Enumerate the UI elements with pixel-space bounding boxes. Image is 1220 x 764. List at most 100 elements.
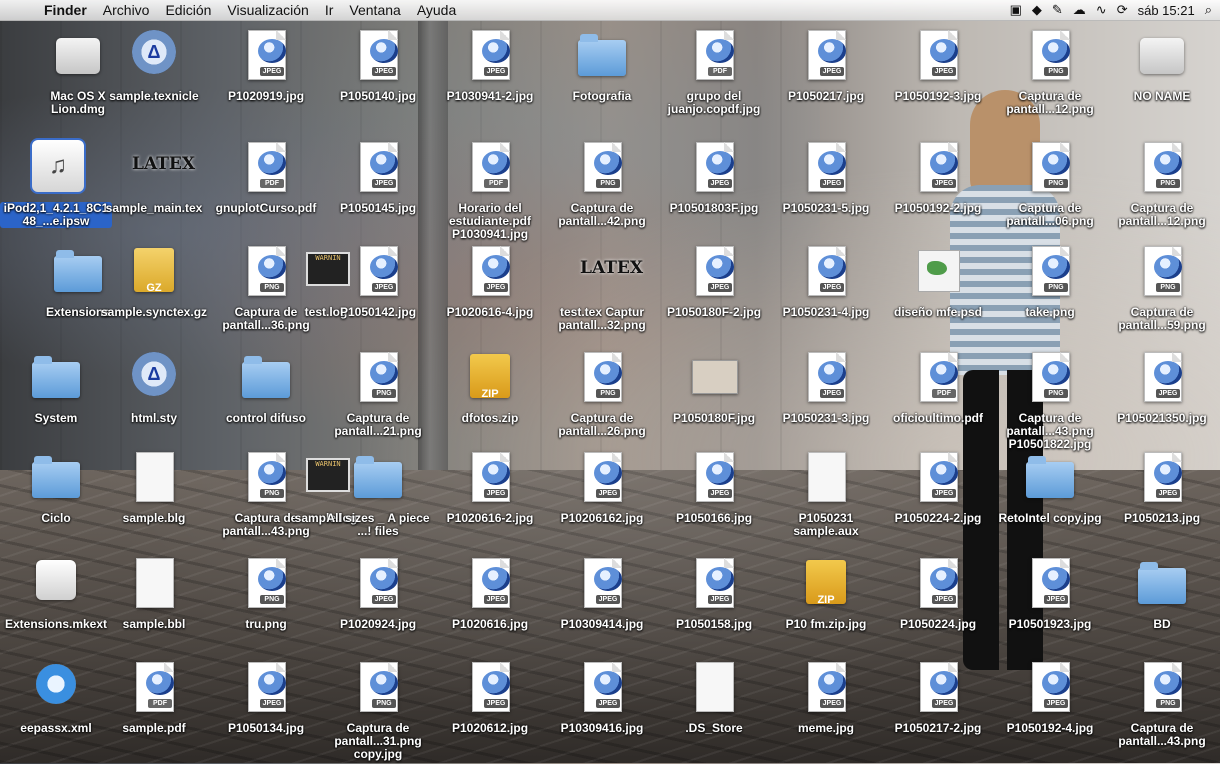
desktop-item[interactable]: JPEG P1020616-2.jpg	[434, 450, 546, 554]
folder-icon	[32, 350, 80, 406]
desktop-item[interactable]: sample.blg	[98, 450, 210, 554]
desktop-item[interactable]: PNG Captura de pantall...12.png	[994, 28, 1106, 132]
desktop-item[interactable]: PDF grupo del juanjo.copdf.jpg	[658, 28, 770, 132]
desktop-item[interactable]: ♫ iPod2,1_4.2.1_8C148_...e.ipsw	[0, 138, 112, 244]
network-icon[interactable]: ∿	[1096, 2, 1107, 18]
menu-ayuda[interactable]: Ayuda	[409, 2, 464, 18]
desktop-item[interactable]: JPEG P1050180F-2.jpg	[658, 244, 770, 348]
desktop-item[interactable]: JPEG P1050217.jpg	[770, 28, 882, 132]
desktop-item[interactable]: JPEG P1050224-2.jpg	[882, 450, 994, 554]
desktop-item[interactable]: JPEG P1050217-2.jpg	[882, 660, 994, 764]
desktop-item[interactable]: JPEG P1050140.jpg	[322, 28, 434, 132]
desktop-item[interactable]: RetoIntel copy.jpg	[994, 450, 1106, 554]
desktop-item[interactable]: JPEG P10501923.jpg	[994, 556, 1106, 660]
jpeg-image-icon: JPEG	[802, 350, 850, 406]
desktop-item[interactable]: Δsample.texnicle	[98, 28, 210, 132]
desktop-item[interactable]: JPEG P1030941-2.jpg	[434, 28, 546, 132]
desktop-item[interactable]: PNG tru.png	[210, 556, 322, 660]
desktop-item[interactable]: eepassx.xml	[0, 660, 112, 764]
desktop-item[interactable]: JPEG P10501803F.jpg	[658, 140, 770, 244]
sync-icon[interactable]: ⟳	[1117, 2, 1128, 18]
desktop-item[interactable]: JPEG P105021350.jpg	[1106, 350, 1218, 454]
jpeg-image-icon: JPEG	[914, 140, 962, 196]
desktop-item[interactable]: JPEG P1050231-5.jpg	[770, 140, 882, 244]
desktop-item[interactable]: LATEX sample_main.tex	[98, 140, 210, 244]
desktop-item[interactable]: PNG Captura de pantall...31.png copy.jpg	[322, 660, 434, 764]
desktop-item[interactable]: GZ sample.synctex.gz	[98, 244, 210, 348]
menu-ventana[interactable]: Ventana	[341, 2, 408, 18]
desktop-item[interactable]: Extensions.mkext	[0, 556, 112, 660]
desktop-item[interactable]: PNG Captura de pantall...43.png P10501822…	[994, 350, 1106, 454]
desktop-item[interactable]: JPEG P1050192-4.jpg	[994, 660, 1106, 764]
desktop-item-label: sample.bbl	[122, 617, 186, 631]
png-image-icon: PNG	[354, 660, 402, 716]
desktop-item[interactable]: JPEG meme.jpg	[770, 660, 882, 764]
desktop-item[interactable]: PDF gnuplotCurso.pdf	[210, 140, 322, 244]
desktop-item[interactable]: BD	[1106, 556, 1218, 660]
desktop-item[interactable]: JPEG P1020919.jpg	[210, 28, 322, 132]
desktop-item[interactable]: JPEG P10309414.jpg	[546, 556, 658, 660]
desktop-item[interactable]: control difuso	[210, 350, 322, 454]
search-icon[interactable]: ⌕	[1205, 2, 1212, 18]
script-icon[interactable]: ✎	[1052, 2, 1063, 18]
desktop-item[interactable]: PNG Captura de pantall...43.png	[1106, 660, 1218, 764]
menu-finder[interactable]: Finder	[36, 2, 95, 18]
menu-ir[interactable]: Ir	[317, 2, 342, 18]
folder-icon	[32, 450, 80, 506]
desktop-item[interactable]: JPEG P10206162.jpg	[546, 450, 658, 554]
desktop-item[interactable]: JPEG P1050142.jpg	[322, 244, 434, 348]
desktop-item[interactable]: LATEX test.tex Captur pantall...32.png	[546, 244, 658, 348]
desktop-item[interactable]: System	[0, 350, 112, 454]
desktop-item[interactable]: JPEG P1020616-4.jpg	[434, 244, 546, 348]
folder-icon	[578, 28, 626, 84]
keyboard-icon[interactable]: ▣	[1010, 2, 1022, 18]
desktop-item[interactable]: PNG Captura de pantall...26.png	[546, 350, 658, 454]
jpeg-image-icon: JPEG	[1138, 450, 1186, 506]
desktop-item[interactable]: PNG Captura de pantall...06.png	[994, 140, 1106, 244]
menu-edicion[interactable]: Edición	[157, 2, 219, 18]
desktop-item[interactable]: PDF oficioultimo.pdf	[882, 350, 994, 454]
desktop-item[interactable]: JPEG P1050192-2.jpg	[882, 140, 994, 244]
desktop-item[interactable]: JPEG P1050192-3.jpg	[882, 28, 994, 132]
desktop-item[interactable]: PNG Captura de pantall...12.png	[1106, 140, 1218, 244]
desktop-item[interactable]: JPEG P1050231-3.jpg	[770, 350, 882, 454]
desktop-item[interactable]: ZIP P10 fm.zip.jpg	[770, 556, 882, 660]
desktop-item[interactable]: P1050231 sample.aux	[770, 450, 882, 554]
desktop-item[interactable]: diseño mfe.psd	[882, 244, 994, 348]
desktop-item[interactable]: PDF sample.pdf	[98, 660, 210, 764]
desktop-item[interactable]: Fotografia	[546, 28, 658, 132]
desktop-item[interactable]: PDF Horario del estudiante.pdf P1030941.j…	[434, 140, 546, 244]
desktop-item[interactable]: JPEG P1050134.jpg	[210, 660, 322, 764]
png-image-icon: PNG	[1138, 244, 1186, 300]
desktop-item[interactable]: NO NAME	[1106, 28, 1218, 132]
desktop-item[interactable]: Ciclo	[0, 450, 112, 554]
desktop-item[interactable]: JPEG P1020616.jpg	[434, 556, 546, 660]
desktop-item[interactable]: JPEG P1020612.jpg	[434, 660, 546, 764]
desktop-item[interactable]: JPEG P1050213.jpg	[1106, 450, 1218, 554]
desktop-item[interactable]: PNG Captura de pantall...21.png	[322, 350, 434, 454]
desktop-item[interactable]: JPEG P1020924.jpg	[322, 556, 434, 660]
desktop-item[interactable]: PNG Captura de pantall...42.png	[546, 140, 658, 244]
clock[interactable]: sáb 15:21	[1138, 3, 1195, 18]
desktop-item-label: P1050140.jpg	[339, 89, 417, 103]
desktop-item[interactable]: JPEG P1050145.jpg	[322, 140, 434, 244]
cloud-icon[interactable]: ☁	[1073, 2, 1086, 18]
desktop-item[interactable]: JPEG P1050231-4.jpg	[770, 244, 882, 348]
desktop-item[interactable]: JPEG P1050224.jpg	[882, 556, 994, 660]
desktop-item[interactable]: .DS_Store	[658, 660, 770, 764]
desktop-item[interactable]: sample.bbl	[98, 556, 210, 660]
desktop-item[interactable]: JPEG P1050158.jpg	[658, 556, 770, 660]
desktop-item[interactable]: Δhtml.sty	[98, 350, 210, 454]
blank-document-icon	[690, 660, 738, 716]
desktop-item[interactable]: P1050180F.jpg	[658, 350, 770, 454]
desktop-item-label: dfotos.zip	[461, 411, 519, 425]
desktop-item[interactable]: ZIP dfotos.zip	[434, 350, 546, 454]
desktop-item[interactable]: JPEG P1050166.jpg	[658, 450, 770, 554]
desktop-item[interactable]: PNG Captura de pantall...59.png	[1106, 244, 1218, 348]
menu-archivo[interactable]: Archivo	[95, 2, 158, 18]
menu-visualizacion[interactable]: Visualización	[219, 2, 316, 18]
desktop-item[interactable]: PNG take.png	[994, 244, 1106, 348]
desktop-item[interactable]: JPEG P10309416.jpg	[546, 660, 658, 764]
desktop-item[interactable]: All sizes _ A piece ...! files	[322, 450, 434, 554]
dropbox-icon[interactable]: ◆	[1032, 2, 1042, 18]
